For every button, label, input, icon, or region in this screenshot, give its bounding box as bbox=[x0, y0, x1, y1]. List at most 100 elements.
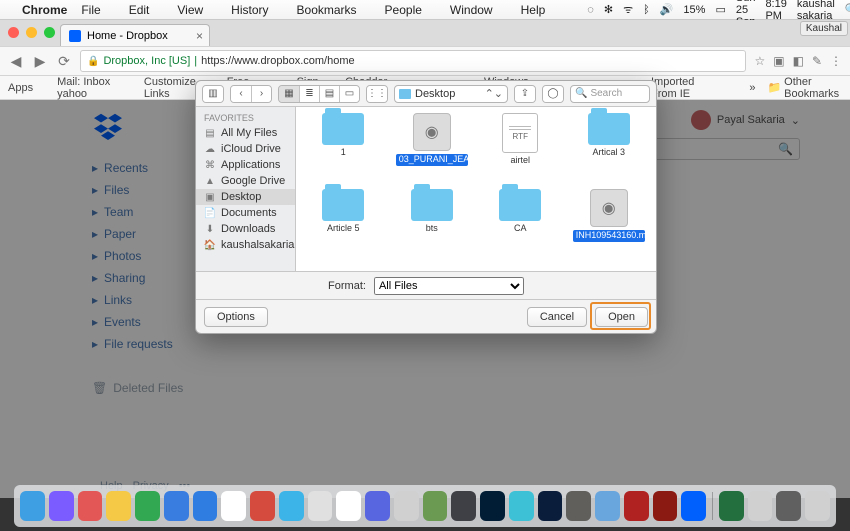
time[interactable]: 8:19 PM bbox=[765, 0, 786, 22]
dock-app[interactable] bbox=[681, 491, 706, 521]
file-item[interactable]: 1 bbox=[300, 113, 387, 187]
dialog-sidebar-item[interactable]: ⌘Applications bbox=[196, 157, 295, 173]
file-item[interactable]: bts bbox=[389, 189, 476, 263]
cancel-button[interactable]: Cancel bbox=[527, 307, 587, 327]
dock-app[interactable] bbox=[719, 491, 744, 521]
file-grid[interactable]: 1◉03_PURANI_JEANS.mp3RTFairtelArtical 3 A… bbox=[296, 107, 656, 271]
tab-close-icon[interactable]: × bbox=[196, 29, 203, 43]
dock-app[interactable] bbox=[49, 491, 74, 521]
arrange-menu[interactable]: ⋮⋮ bbox=[366, 85, 388, 103]
menu-item[interactable]: People bbox=[385, 3, 422, 17]
zoom-window[interactable] bbox=[44, 27, 55, 38]
file-item[interactable]: ◉03_PURANI_JEANS.mp3 bbox=[389, 113, 476, 187]
bookmarks-overflow[interactable]: » bbox=[749, 82, 755, 94]
dock-app[interactable] bbox=[250, 491, 275, 521]
browser-tab[interactable]: Home - Dropbox × bbox=[60, 24, 210, 46]
reload-button[interactable]: ⟳ bbox=[56, 53, 72, 70]
profile-chip[interactable]: Kaushal bbox=[800, 21, 848, 36]
omnibox[interactable]: 🔒 Dropbox, Inc [US] | https://www.dropbo… bbox=[80, 50, 746, 72]
list-view-icon[interactable]: ≣ bbox=[299, 86, 319, 102]
menu-item[interactable]: File bbox=[81, 3, 100, 17]
spotlight-icon[interactable]: 🔍 bbox=[845, 3, 850, 16]
dock-app[interactable] bbox=[624, 491, 649, 521]
dock-app[interactable] bbox=[509, 491, 534, 521]
back-button[interactable]: ◀ bbox=[8, 53, 24, 70]
sidebar-toggle[interactable]: ▥ bbox=[202, 85, 224, 103]
app-name[interactable]: Chrome bbox=[22, 3, 67, 17]
file-item[interactable]: Artical 3 bbox=[566, 113, 653, 187]
view-switcher[interactable]: ▦≣▤▭ bbox=[278, 85, 360, 103]
volume-icon[interactable]: 🔊 bbox=[660, 3, 674, 16]
battery-percent[interactable]: 15% bbox=[683, 4, 705, 16]
bluetooth-icon[interactable]: ᛒ bbox=[643, 4, 650, 16]
file-item[interactable]: RTFairtel bbox=[477, 113, 564, 187]
coverflow-view-icon[interactable]: ▭ bbox=[339, 86, 359, 102]
status-icon[interactable]: ◌ bbox=[587, 4, 594, 16]
wifi-icon[interactable]: ᯤ bbox=[623, 2, 633, 17]
chrome-menu-icon[interactable]: ⋮ bbox=[830, 54, 842, 68]
dialog-sidebar-item[interactable]: 📄Documents bbox=[196, 205, 295, 221]
dock-app[interactable] bbox=[279, 491, 304, 521]
user-name[interactable]: kaushal sakaria bbox=[797, 0, 835, 22]
location-popup[interactable]: Desktop⌃⌄ bbox=[394, 85, 508, 103]
options-button[interactable]: Options bbox=[204, 307, 268, 327]
star-icon[interactable]: ☆ bbox=[754, 54, 765, 68]
menu-item[interactable]: View bbox=[177, 3, 203, 17]
dock-app[interactable] bbox=[748, 491, 773, 521]
dock-app[interactable] bbox=[106, 491, 131, 521]
status-icon[interactable]: ✻ bbox=[604, 3, 613, 16]
dock-app[interactable] bbox=[135, 491, 160, 521]
dock-app[interactable] bbox=[423, 491, 448, 521]
menu-item[interactable]: History bbox=[231, 3, 268, 17]
dialog-sidebar-item[interactable]: ▲Google Drive bbox=[196, 173, 295, 189]
dialog-sidebar-item[interactable]: ⬇Downloads bbox=[196, 221, 295, 237]
file-item[interactable]: Article 5 bbox=[300, 189, 387, 263]
dock-app[interactable] bbox=[595, 491, 620, 521]
file-item[interactable]: CA bbox=[477, 189, 564, 263]
dock-app[interactable] bbox=[308, 491, 333, 521]
dock-app[interactable] bbox=[538, 491, 563, 521]
extension-icon[interactable]: ✎ bbox=[812, 54, 822, 68]
bookmark-item[interactable]: Apps bbox=[8, 82, 33, 94]
menu-item[interactable]: Edit bbox=[129, 3, 150, 17]
dialog-sidebar-item[interactable]: ▤All My Files bbox=[196, 125, 295, 141]
tags-button[interactable]: ◯ bbox=[542, 85, 564, 103]
dock-app[interactable] bbox=[480, 491, 505, 521]
dock-app[interactable] bbox=[20, 491, 45, 521]
dock-app[interactable] bbox=[394, 491, 419, 521]
dock-app[interactable] bbox=[193, 491, 218, 521]
dock-app[interactable] bbox=[164, 491, 189, 521]
dialog-search[interactable]: 🔍Search bbox=[570, 85, 650, 103]
dock-app[interactable] bbox=[566, 491, 591, 521]
dock-app[interactable] bbox=[221, 491, 246, 521]
icon-view-icon[interactable]: ▦ bbox=[279, 86, 299, 102]
dock-app[interactable] bbox=[776, 491, 801, 521]
forward-button[interactable]: ▶ bbox=[32, 53, 48, 70]
dock-app[interactable] bbox=[451, 491, 476, 521]
extension-icon[interactable]: ▣ bbox=[773, 54, 784, 68]
other-bookmarks[interactable]: 📁 Other Bookmarks bbox=[767, 76, 842, 100]
format-select[interactable]: All Files bbox=[374, 277, 524, 295]
open-button[interactable]: Open bbox=[595, 307, 648, 327]
dialog-sidebar-item[interactable]: 🏠kaushalsakaria bbox=[196, 237, 295, 253]
file-item[interactable]: ◉INH109543160.mp3 bbox=[566, 189, 653, 263]
dock-app[interactable] bbox=[78, 491, 103, 521]
bookmark-item[interactable]: Mail: Inbox yahoo bbox=[57, 76, 120, 100]
dock-app[interactable] bbox=[336, 491, 361, 521]
dock-app[interactable] bbox=[805, 491, 830, 521]
nav-back-forward[interactable]: ‹› bbox=[230, 85, 272, 103]
close-window[interactable] bbox=[8, 27, 19, 38]
dock-app[interactable] bbox=[365, 491, 390, 521]
dialog-sidebar-item[interactable]: ▣Desktop bbox=[196, 189, 295, 205]
extension-icon[interactable]: ◧ bbox=[793, 54, 804, 68]
minimise-window[interactable] bbox=[26, 27, 37, 38]
dialog-sidebar-item[interactable]: ☁iCloud Drive bbox=[196, 141, 295, 157]
battery-icon[interactable]: ▭ bbox=[715, 3, 725, 16]
menu-item[interactable]: Help bbox=[521, 3, 546, 17]
share-button[interactable]: ⇪ bbox=[514, 85, 536, 103]
bookmark-item[interactable]: Imported From IE bbox=[651, 76, 713, 100]
column-view-icon[interactable]: ▤ bbox=[319, 86, 339, 102]
bookmark-item[interactable]: Customize Links bbox=[144, 76, 203, 100]
menu-item[interactable]: Bookmarks bbox=[297, 3, 357, 17]
menu-item[interactable]: Window bbox=[450, 3, 493, 17]
